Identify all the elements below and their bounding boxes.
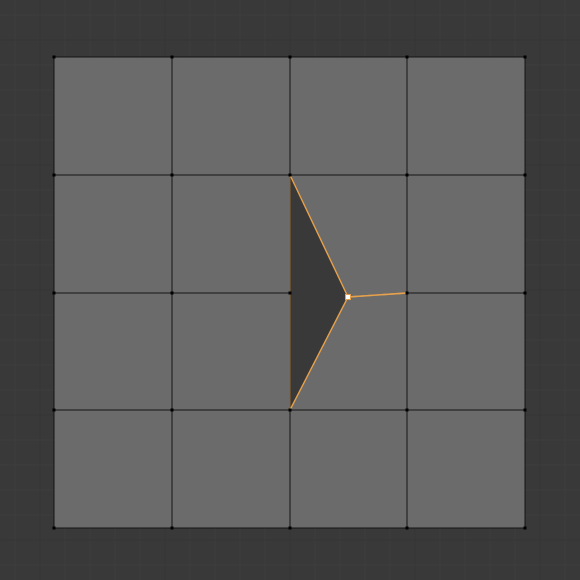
mesh-face[interactable] [54,175,172,293]
mesh-vertex[interactable] [289,56,292,59]
mesh-vertex[interactable] [524,292,527,295]
mesh-vertex[interactable] [406,292,409,295]
mesh-vertex[interactable] [171,174,174,177]
mesh-vertex-selected[interactable] [346,295,351,300]
mesh-face[interactable] [172,410,290,528]
mesh-selected-vertex[interactable] [346,295,351,300]
mesh-vertex[interactable] [289,174,292,177]
mesh-face[interactable] [172,57,290,175]
mesh-face[interactable] [290,57,407,175]
mesh-vertex[interactable] [53,56,56,59]
mesh-vertex[interactable] [524,174,527,177]
mesh-vertex[interactable] [53,527,56,530]
mesh-face[interactable] [54,57,172,175]
mesh-vertex[interactable] [289,292,292,295]
mesh-vertex[interactable] [171,527,174,530]
mesh-vertex[interactable] [171,292,174,295]
mesh-face[interactable] [407,293,525,410]
mesh-vertex[interactable] [406,56,409,59]
mesh-face[interactable] [290,410,407,528]
mesh-face[interactable] [407,57,525,175]
mesh-vertex[interactable] [406,174,409,177]
mesh-vertex[interactable] [171,56,174,59]
mesh-face[interactable] [407,175,525,293]
mesh-vertex[interactable] [524,409,527,412]
mesh-face[interactable] [54,410,172,528]
mesh-vertex[interactable] [406,527,409,530]
mesh-face[interactable] [172,293,290,410]
mesh-face[interactable] [407,410,525,528]
viewport-3d[interactable] [0,0,580,580]
mesh-vertex[interactable] [53,174,56,177]
mesh-vertex[interactable] [289,527,292,530]
mesh-vertex[interactable] [171,409,174,412]
mesh-face[interactable] [54,293,172,410]
mesh-vertex[interactable] [289,409,292,412]
mesh-vertex[interactable] [53,292,56,295]
mesh-face[interactable] [172,175,290,293]
mesh-vertex[interactable] [53,409,56,412]
mesh-vertex[interactable] [524,56,527,59]
mesh-vertex[interactable] [406,409,409,412]
mesh-vertex[interactable] [524,527,527,530]
